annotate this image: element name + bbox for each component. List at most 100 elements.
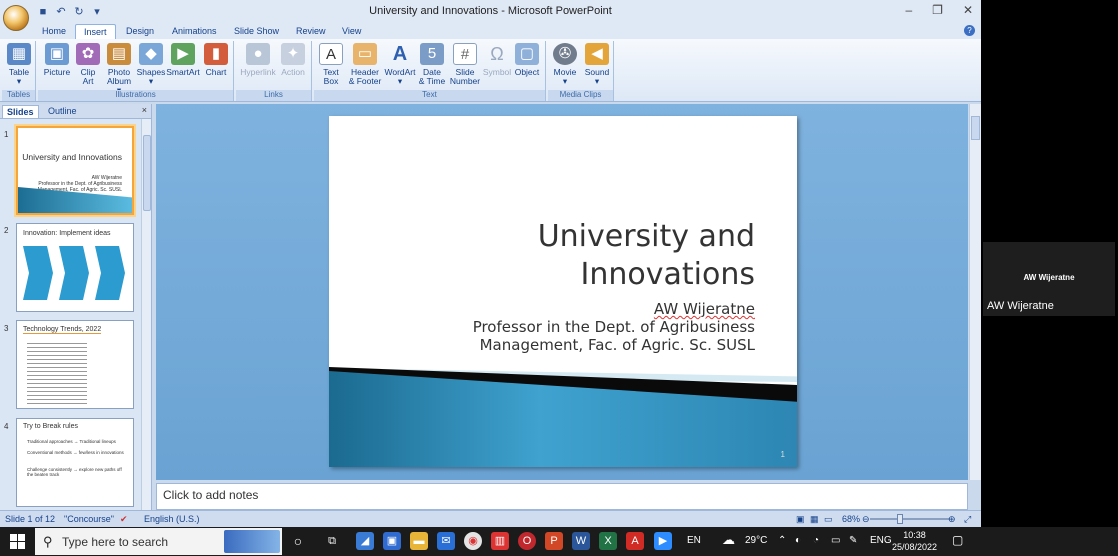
weather-app-icon[interactable]: ◢	[356, 532, 374, 550]
spellcheck-icon[interactable]: ✔	[120, 514, 128, 525]
normal-view-icon[interactable]: ▣	[796, 514, 805, 525]
date-time-button[interactable]: 5 Date & Time	[418, 41, 446, 86]
wordart-button[interactable]: A WordArt ▾	[384, 41, 416, 86]
thumb-title: Try to Break rules	[23, 423, 78, 430]
hyperlink-button[interactable]: ● Hyperlink	[240, 41, 276, 77]
undo-icon[interactable]: ↶	[54, 5, 68, 19]
slides-pane-scrollbar[interactable]	[141, 119, 151, 510]
close-button[interactable]: ✕	[963, 3, 973, 17]
current-slide[interactable]: University and Innovations AW Wijeratne …	[329, 116, 797, 467]
slide-scrollbar[interactable]	[969, 104, 981, 480]
action-button[interactable]: ✦ Action	[278, 41, 308, 77]
thumb-title: Innovation: Implement ideas	[23, 230, 111, 237]
mail-icon[interactable]: ✉	[437, 532, 455, 550]
slide-thumbnail-4[interactable]: Try to Break rules Traditional approache…	[16, 418, 134, 507]
opera-icon[interactable]: O	[518, 532, 536, 550]
cortana-icon[interactable]: ○	[289, 532, 307, 550]
zoom-in-icon[interactable]: ⊕	[948, 514, 956, 525]
zoom-slider[interactable]	[870, 518, 950, 520]
slide-number-icon: #	[453, 43, 477, 65]
taskbar: ⚲ Type here to search ○ ⧉ ◢ ▣ ▬ ✉ ◉ ▥ O …	[0, 527, 1118, 556]
tab-insert[interactable]: Insert	[75, 24, 116, 39]
movie-button[interactable]: ✇ Movie ▾	[550, 41, 580, 86]
office-button[interactable]	[3, 5, 29, 31]
zoom-level[interactable]: 68%	[842, 514, 860, 524]
language-bar[interactable]: EN	[687, 535, 701, 546]
sound-button[interactable]: ◀ Sound ▾	[582, 41, 612, 86]
slideshow-view-icon[interactable]: ▭	[824, 514, 833, 525]
picture-button[interactable]: ▣ Picture	[42, 41, 72, 77]
notes-pane[interactable]: Click to add notes	[156, 483, 968, 510]
clip-art-button[interactable]: ✿ Clip Art	[76, 41, 100, 86]
photo-album-button[interactable]: ▤ PhotoAlbum ▾	[104, 41, 134, 95]
chrome-icon[interactable]: ◉	[464, 532, 482, 550]
clock[interactable]: 10:38 25/08/2022	[892, 529, 937, 553]
slide-number: 3	[4, 324, 9, 333]
windows-start-icon[interactable]	[10, 534, 25, 549]
status-bar: Slide 1 of 12 "Concourse" ✔ English (U.S…	[0, 510, 981, 527]
notification-icon[interactable]: ▢	[952, 533, 963, 547]
table-button[interactable]: ▦ Table ▾	[6, 41, 32, 86]
fit-to-window-icon[interactable]: ⤢	[964, 514, 971, 525]
task-view-icon[interactable]: ⧉	[323, 532, 341, 550]
help-icon[interactable]: ?	[964, 25, 975, 36]
weather-temp[interactable]: 29°C	[745, 535, 767, 546]
symbol-button[interactable]: Ω Symbol	[482, 41, 512, 77]
restore-button[interactable]: ❐	[932, 3, 943, 17]
save-icon[interactable]: ■	[36, 5, 50, 19]
minimize-button[interactable]: –	[905, 3, 912, 17]
slide-number: 2	[4, 226, 9, 235]
ribbon-tabs: Home Insert Design Animations Slide Show…	[0, 23, 981, 39]
video-tile: AW Wijeratne AW Wijeratne	[983, 242, 1115, 316]
slide-thumbnail-2[interactable]: Innovation: Implement ideas	[16, 223, 134, 312]
file-explorer-icon[interactable]: ▬	[410, 532, 428, 550]
smartart-button[interactable]: ▶ SmartArt	[166, 41, 200, 77]
powerpoint-window: University and Innovations - Microsoft P…	[0, 0, 981, 527]
header-footer-button[interactable]: ▭ Header & Footer	[346, 41, 384, 86]
scroll-thumb[interactable]	[143, 135, 151, 211]
sorter-view-icon[interactable]: ▦	[810, 514, 819, 525]
thumb-line: Conventional methods → few/less in innov…	[27, 450, 124, 455]
slide-number-button[interactable]: # Slide Number	[448, 41, 482, 86]
slide-title[interactable]: University and Innovations	[538, 218, 755, 294]
tab-view[interactable]: View	[334, 24, 369, 39]
tab-slide-show[interactable]: Slide Show	[226, 24, 287, 39]
tab-outline[interactable]: Outline	[44, 105, 81, 117]
tab-animations[interactable]: Animations	[164, 24, 225, 39]
text-box-button[interactable]: A Text Box	[318, 41, 344, 86]
input-language[interactable]: ENG	[870, 535, 892, 546]
object-button[interactable]: ▢ Object	[512, 41, 542, 77]
shapes-button[interactable]: ◆ Shapes ▾	[136, 41, 166, 86]
office-app-icon[interactable]: ▥	[491, 532, 509, 550]
battery-icon[interactable]: ▭	[831, 535, 840, 546]
close-pane-icon[interactable]: ×	[142, 105, 147, 115]
customize-qat-icon[interactable]: ▾	[90, 5, 104, 19]
excel-icon[interactable]: X	[599, 532, 617, 550]
omega-icon: Ω	[490, 44, 504, 64]
slide-thumbnail-1[interactable]: University and Innovations AW Wijeratne …	[16, 126, 134, 215]
chart-button[interactable]: ▮ Chart	[202, 41, 230, 77]
thumb-title: University and Innovations	[22, 152, 122, 162]
store-icon[interactable]: ▣	[383, 532, 401, 550]
tab-home[interactable]: Home	[34, 24, 74, 39]
scroll-thumb[interactable]	[971, 116, 980, 140]
powerpoint-icon[interactable]: P	[545, 532, 563, 550]
tab-slides[interactable]: Slides	[2, 105, 39, 118]
zoom-slider-handle[interactable]	[897, 514, 903, 524]
zoom-app-icon[interactable]: ▶	[654, 532, 672, 550]
slide-thumbnail-3[interactable]: Technology Trends, 2022	[16, 320, 134, 409]
slide-subtitle[interactable]: AW Wijeratne Professor in the Dept. of A…	[473, 300, 755, 354]
network-icon[interactable]: ◔	[813, 535, 819, 546]
tray-app-icon[interactable]: ◐	[795, 535, 801, 546]
redo-icon[interactable]: ↻	[72, 5, 86, 19]
taskbar-search[interactable]: ⚲ Type here to search	[35, 528, 282, 555]
table-icon: ▦	[7, 43, 31, 65]
chevron-up-icon[interactable]: ⌃	[778, 535, 786, 546]
smartart-icon: ▶	[171, 43, 195, 65]
zoom-out-icon[interactable]: ⊖	[862, 514, 870, 525]
tab-review[interactable]: Review	[288, 24, 334, 39]
pdf-reader-icon[interactable]: A	[626, 532, 644, 550]
pen-icon[interactable]: ✎	[849, 535, 857, 546]
word-icon[interactable]: W	[572, 532, 590, 550]
tab-design[interactable]: Design	[118, 24, 162, 39]
